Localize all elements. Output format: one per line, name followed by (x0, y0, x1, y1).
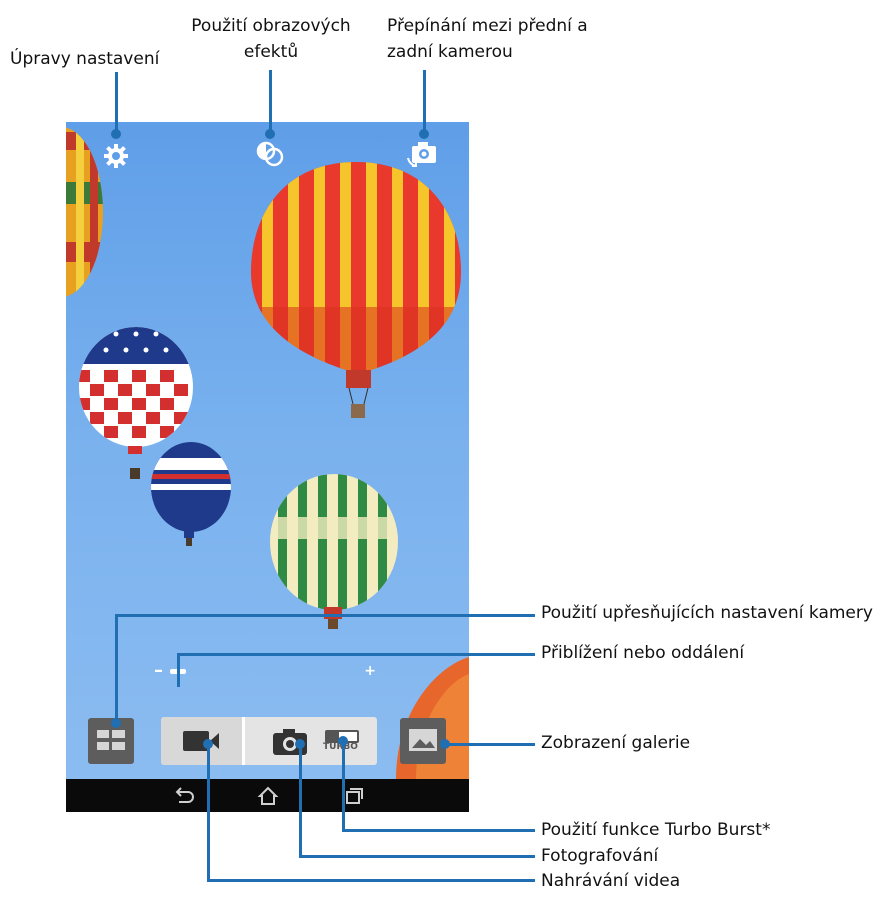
recent-apps-icon (346, 788, 363, 804)
back-button[interactable] (171, 785, 195, 807)
leader-switch (423, 70, 426, 134)
leader-zoom-h (177, 653, 535, 656)
gallery-image-icon (409, 729, 437, 751)
zoom-slider[interactable]: – + (154, 657, 376, 685)
gallery-button[interactable] (400, 718, 446, 764)
switch-camera-icon[interactable] (406, 138, 440, 168)
system-navigation-bar (66, 779, 469, 812)
leader-photo-v (299, 743, 302, 857)
leader-video-dot (203, 739, 213, 749)
leader-advanced-h (115, 614, 535, 617)
callout-gallery-label: Zobrazení galerie (541, 733, 691, 753)
camera-viewfinder: – + TURBO (66, 122, 469, 812)
leader-effects (269, 70, 272, 134)
effects-icon[interactable] (255, 140, 285, 168)
zoom-plus-sign: + (364, 663, 376, 679)
callout-effects-line2: efektů (243, 42, 299, 62)
home-icon (257, 786, 279, 805)
leader-photo-dot (295, 739, 305, 749)
settings-gear-icon[interactable] (102, 142, 130, 170)
home-button[interactable] (256, 785, 280, 807)
leader-gallery-dot (440, 739, 450, 749)
leader-settings (115, 72, 118, 134)
callout-zoom-label: Přiblížení nebo oddálení (541, 643, 745, 663)
leader-photo-h (299, 855, 535, 858)
leader-zoom-v (177, 653, 180, 687)
leader-switch-dot (419, 129, 429, 139)
leader-settings-dot (111, 129, 121, 139)
leader-advanced-v (115, 614, 118, 722)
callout-switch-camera-label: Přepínání mezi přední a zadní kamerou (387, 13, 588, 65)
callout-advanced-label: Použití upřesňujících nastavení kamery (541, 603, 873, 623)
video-camera-icon (183, 731, 219, 751)
video-record-button[interactable] (161, 717, 242, 765)
callout-effects-label: Použití obrazových efektů (186, 13, 356, 65)
leader-video-v (207, 743, 210, 881)
leader-turbo-dot (338, 736, 348, 746)
leader-gallery-h (445, 743, 535, 746)
leader-effects-dot (265, 129, 275, 139)
callout-turbo-label: Použití funkce Turbo Burst* (541, 820, 771, 840)
callout-settings-label: Úpravy nastavení (10, 49, 160, 69)
callout-switch-line1: Přepínání mezi přední a (387, 16, 588, 36)
recent-apps-button[interactable] (342, 785, 366, 807)
back-arrow-icon (175, 787, 194, 803)
panel-divider (242, 717, 245, 765)
zoom-minus-sign: – (154, 660, 163, 681)
callout-video-label: Nahrávání videa (541, 871, 681, 891)
leader-turbo-h (342, 829, 535, 832)
callout-photo-label: Fotografování (541, 846, 659, 866)
leader-turbo-v (342, 740, 345, 831)
callout-switch-line2: zadní kamerou (387, 42, 513, 62)
leader-advanced-dot (111, 718, 121, 728)
callout-effects-line1: Použití obrazových (191, 16, 351, 36)
leader-video-h (207, 879, 535, 882)
